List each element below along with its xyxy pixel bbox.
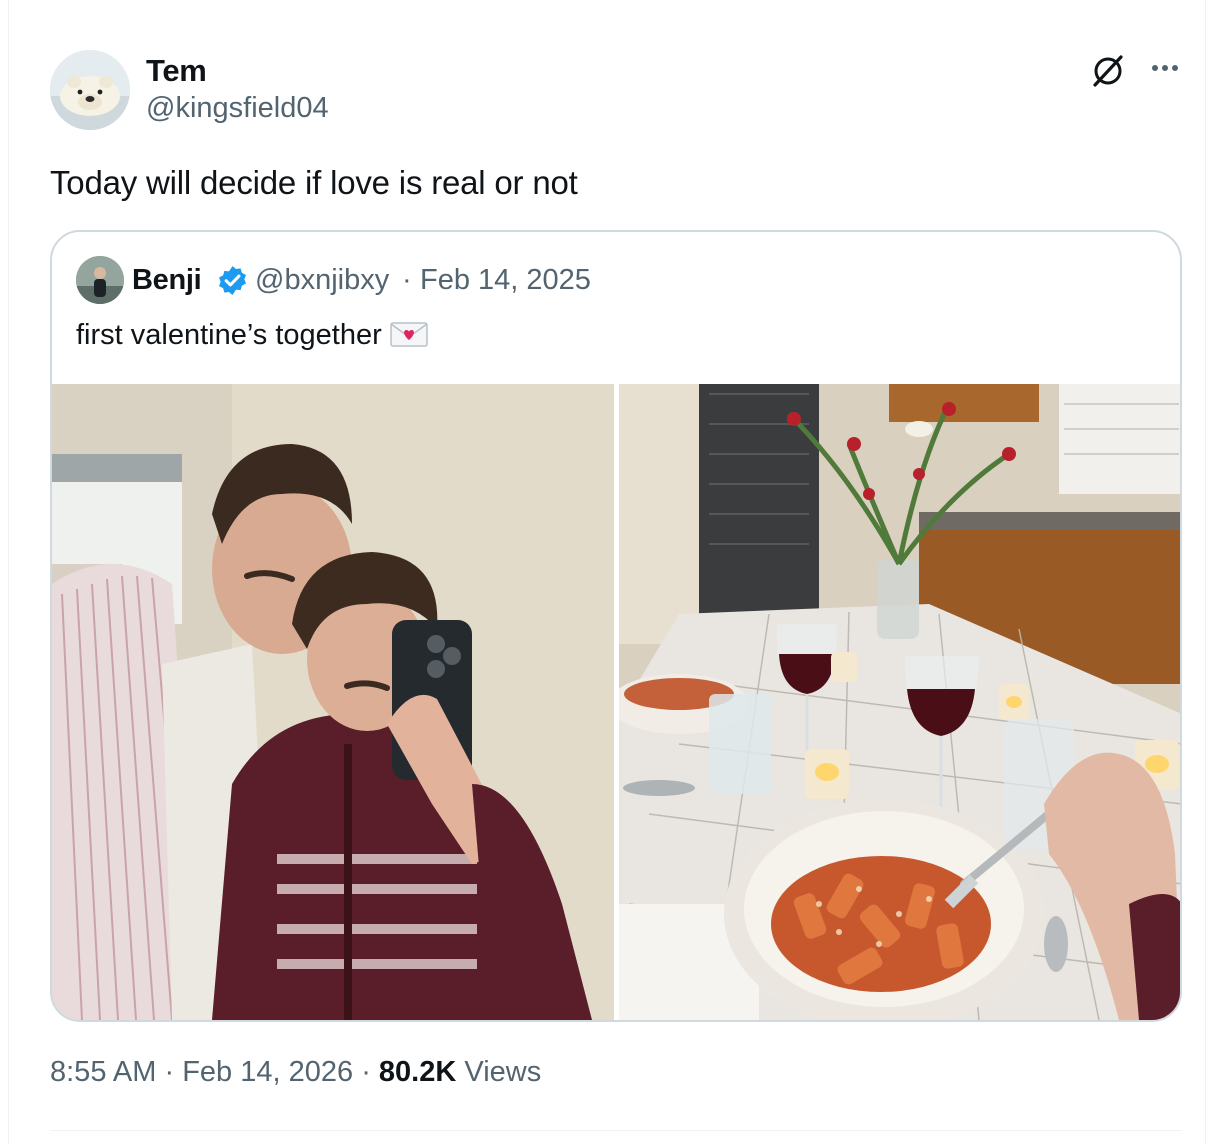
quoted-text-content: first valentine’s together: [76, 319, 382, 351]
tweet-card: Tem @kingsfield04 Today will decide if l…: [8, 0, 1206, 1144]
tweet-time[interactable]: 8:55 AM: [50, 1056, 156, 1088]
divider: [50, 1130, 1182, 1131]
quoted-photo-dinner[interactable]: [619, 384, 1180, 1020]
quoted-author-handle[interactable]: @bxnjibxy: [255, 264, 389, 297]
quoted-author-avatar[interactable]: [76, 256, 124, 304]
more-options-icon[interactable]: [1145, 48, 1185, 88]
meta-separator: ·: [164, 1056, 175, 1088]
person-avatar-image: [76, 256, 124, 304]
quoted-author-name[interactable]: Benji: [132, 264, 202, 297]
views-label: Views: [464, 1056, 542, 1088]
quoted-photo-selfie[interactable]: [52, 384, 614, 1020]
polar-bear-avatar-image: [50, 50, 130, 130]
tweet-meta: 8:55 AM · Feb 14, 2026 · 80.2K Views: [50, 1056, 541, 1089]
quoted-separator: ·: [402, 264, 412, 296]
author-handle[interactable]: @kingsfield04: [146, 92, 329, 125]
author-name[interactable]: Tem: [146, 53, 207, 89]
tweet-date[interactable]: Feb 14, 2026: [182, 1056, 353, 1088]
quoted-date[interactable]: Feb 14, 2025: [420, 264, 591, 297]
verified-badge-icon: [216, 264, 249, 297]
meta-separator: ·: [361, 1056, 371, 1088]
tweet-text: Today will decide if love is real or not: [50, 164, 578, 201]
pasta-bowl-image: [724, 799, 1044, 1020]
grok-icon[interactable]: [1089, 52, 1127, 90]
quoted-text: first valentine’s together: [76, 316, 428, 358]
love-letter-icon: [390, 320, 428, 358]
quoted-tweet[interactable]: Benji @bxnjibxy · Feb 14, 2025 first val…: [50, 230, 1182, 1022]
views-count[interactable]: 80.2K: [379, 1056, 456, 1088]
author-avatar[interactable]: [50, 50, 130, 130]
